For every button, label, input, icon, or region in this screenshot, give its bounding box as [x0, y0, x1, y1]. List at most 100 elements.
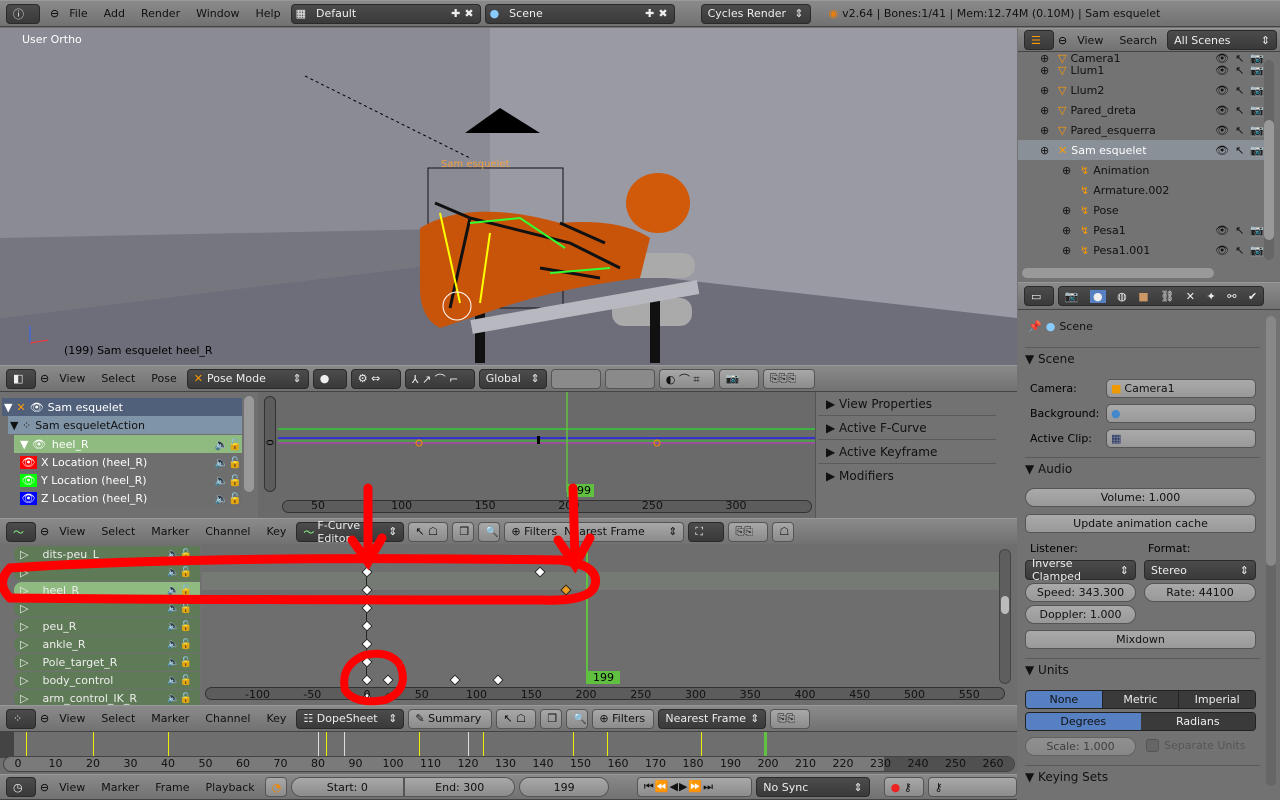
properties-context-tabs[interactable]: 📷 ● ◍ ■ ⛓ ✕ ✦ ⚯ ✔	[1058, 286, 1264, 306]
outliner-item[interactable]: ⊕ ↯ Pose	[1018, 200, 1264, 220]
channel-x-location[interactable]: 👁 X Location (heel_R) 🔈🔓	[20, 453, 242, 471]
dopesheet-channel[interactable]: ▷ dits-peu_L 🔈🔓	[14, 546, 200, 563]
mute-lock-icons[interactable]: 🔈🔓	[167, 657, 192, 668]
mute-lock-icons[interactable]: 🔈🔓	[167, 621, 192, 632]
collapse-menu-icon[interactable]: ⊖	[40, 525, 49, 538]
timeline-current-frame[interactable]	[764, 732, 768, 756]
render-icon[interactable]: 📷	[1250, 104, 1264, 117]
expand-icon[interactable]: ▷	[20, 584, 28, 597]
visibility-icon[interactable]: 👁	[20, 491, 37, 505]
speed-field[interactable]: Speed: 343.300	[1025, 583, 1136, 602]
proportional-edit-button[interactable]: ◐ ⌒ ⌗	[658, 368, 715, 389]
outliner-item[interactable]: ⊕ ✕ Sam esquelet 👁 ↖ 📷	[1018, 140, 1264, 160]
editor-type-timeline[interactable]: ◷	[6, 777, 36, 797]
dopesheet-editor[interactable]: 199 ▷ dits-peu_L 🔈🔓 ▷ 🔈🔓 ▷ heel_R 🔈🔓 ▷ 🔈🔓 ▷ peu_R 🔈🔓…	[0, 544, 1017, 705]
expand-icon[interactable]: ▷	[20, 620, 28, 633]
search-toggle[interactable]: 🔍	[478, 521, 501, 542]
keyframe[interactable]	[361, 620, 373, 632]
copy-paste-pose-buttons[interactable]: ⎘⎘⎘	[762, 368, 815, 389]
graph-y-scrollbar[interactable]: 0	[264, 396, 276, 492]
dopesheet-channel[interactable]: ▷ ankle_R 🔈🔓	[14, 636, 200, 653]
data-tab-icon[interactable]: ✕	[1186, 290, 1195, 303]
collapse-menu-icon[interactable]: ⊖	[1058, 34, 1067, 47]
filters-snap[interactable]: ⊕ Filters Nearest Frame ⇕	[504, 521, 685, 542]
add-icon[interactable]: ✚	[451, 7, 460, 20]
menu-frame[interactable]: Frame	[149, 781, 195, 794]
expand-icon[interactable]: ▷	[20, 674, 28, 687]
render-icon[interactable]: 📷	[1250, 64, 1264, 77]
dopesheet-channel[interactable]: ▷ arm_control_IK_R 🔈🔓	[14, 690, 200, 705]
mute-icon[interactable]: 🔈	[215, 438, 229, 451]
mute-lock-icons[interactable]: 🔈🔓	[167, 639, 192, 650]
menu-select[interactable]: Select	[95, 712, 141, 725]
menu-view[interactable]: View	[53, 712, 91, 725]
visibility-icon[interactable]: 👁	[1215, 124, 1229, 137]
visibility-icon[interactable]: 👁	[1215, 64, 1229, 77]
keyframe[interactable]	[492, 674, 505, 686]
select-icon[interactable]: ↖	[1235, 144, 1244, 157]
menu-marker[interactable]: Marker	[145, 525, 195, 538]
expand-icon[interactable]: ▷	[20, 602, 28, 615]
expand-icon[interactable]: ⊕	[1040, 84, 1054, 97]
menu-playback[interactable]: Playback	[200, 781, 261, 794]
separate-units-checkbox[interactable]: Separate Units	[1146, 739, 1245, 752]
mute-lock-icons[interactable]: 🔈🔓	[167, 603, 192, 614]
preview-range-toggle[interactable]: ◔	[264, 777, 287, 797]
menu-marker[interactable]: Marker	[145, 712, 195, 725]
keying-set-select[interactable]: ⚷	[927, 777, 1018, 797]
copy-paste-keys[interactable]: ⎘⎘	[770, 708, 811, 729]
mute-lock-icons[interactable]: 🔈🔓	[167, 549, 192, 560]
menu-view[interactable]: View	[53, 781, 91, 794]
expand-icon[interactable]: ▷	[20, 638, 28, 651]
degrees-button[interactable]: Degrees	[1026, 713, 1141, 730]
menu-help[interactable]: Help	[249, 7, 286, 20]
keyframe[interactable]	[361, 602, 373, 614]
visibility-icon[interactable]: 👁	[1215, 144, 1229, 157]
expand-icon[interactable]: ▷	[20, 656, 28, 669]
dopesheet-channel[interactable]: ▷ peu_R 🔈🔓	[14, 618, 200, 635]
distance-model-select[interactable]: Inverse Clamped ⇕	[1025, 557, 1136, 583]
panel-scene-header[interactable]: ▼ Scene	[1025, 347, 1260, 369]
visibility-icon[interactable]: 👁	[1215, 224, 1229, 237]
render-icon[interactable]: 📷	[1250, 124, 1264, 137]
expand-icon[interactable]: ⊕	[1040, 144, 1054, 157]
select-icon[interactable]: ↖	[1235, 84, 1244, 97]
only-selected-toggle[interactable]: ↖ ☖	[408, 521, 449, 542]
dopesheet-x-scrollbar[interactable]	[205, 687, 1005, 700]
expand-icon[interactable]: ⊕	[1040, 104, 1054, 117]
editor-type-3d[interactable]: ◧	[6, 368, 36, 389]
editor-type-graph[interactable]: 〜	[6, 521, 36, 542]
menu-view[interactable]: View	[1071, 34, 1109, 47]
layers-grid[interactable]	[550, 368, 601, 389]
editor-type-dopesheet[interactable]: ⁘	[6, 708, 36, 729]
sync-select[interactable]: No Sync ⇕	[756, 777, 870, 797]
menu-render[interactable]: Render	[135, 7, 186, 20]
channel-group-heel-r[interactable]: ▼ 👁 heel_R 🔈 🔓	[14, 435, 242, 453]
keyframe[interactable]	[448, 674, 461, 686]
menu-channel[interactable]: Channel	[199, 712, 256, 725]
mixdown-button[interactable]: Mixdown	[1025, 630, 1256, 649]
channel-z-location[interactable]: 👁 Z Location (heel_R) 🔈🔓	[20, 489, 242, 507]
mute-lock-icons[interactable]: 🔈🔓	[167, 585, 192, 596]
collapse-menu-icon[interactable]: ⊖	[40, 712, 49, 725]
panel-units-header[interactable]: ▼ Units	[1025, 658, 1260, 680]
menu-add[interactable]: Add	[98, 7, 131, 20]
render-buttons[interactable]: 📷	[718, 368, 759, 389]
render-tab-icon[interactable]: 📷	[1065, 290, 1079, 303]
camera-field[interactable]: ■ Camera1	[1106, 379, 1256, 398]
panel-audio-header[interactable]: ▼ Audio	[1025, 457, 1260, 479]
expand-icon[interactable]: ⊕	[1040, 124, 1054, 137]
graph-editor[interactable]: ▼ ✕ 👁 Sam esquelet ▼ ⁘ Sam esqueletAction…	[0, 392, 1017, 518]
editor-type-info[interactable]: ⓘ	[6, 3, 40, 24]
menu-channel[interactable]: Channel	[199, 525, 256, 538]
visibility-icon[interactable]: 👁	[1215, 84, 1229, 97]
select-icon[interactable]: ↖	[1235, 64, 1244, 77]
keyframe[interactable]	[382, 674, 394, 686]
expand-icon[interactable]: ⊕	[1062, 204, 1076, 217]
outliner-item[interactable]: ↯ Armature.002	[1018, 180, 1264, 200]
rate-field[interactable]: Rate: 44100	[1144, 583, 1256, 602]
expand-icon[interactable]: ⊕	[1040, 64, 1054, 77]
panel-active-keyframe[interactable]: ▶ Active Keyframe	[818, 440, 996, 464]
ghost-curves-button[interactable]: ☖	[772, 521, 795, 542]
pivot-select[interactable]: ⚙ ⇔	[350, 368, 401, 389]
